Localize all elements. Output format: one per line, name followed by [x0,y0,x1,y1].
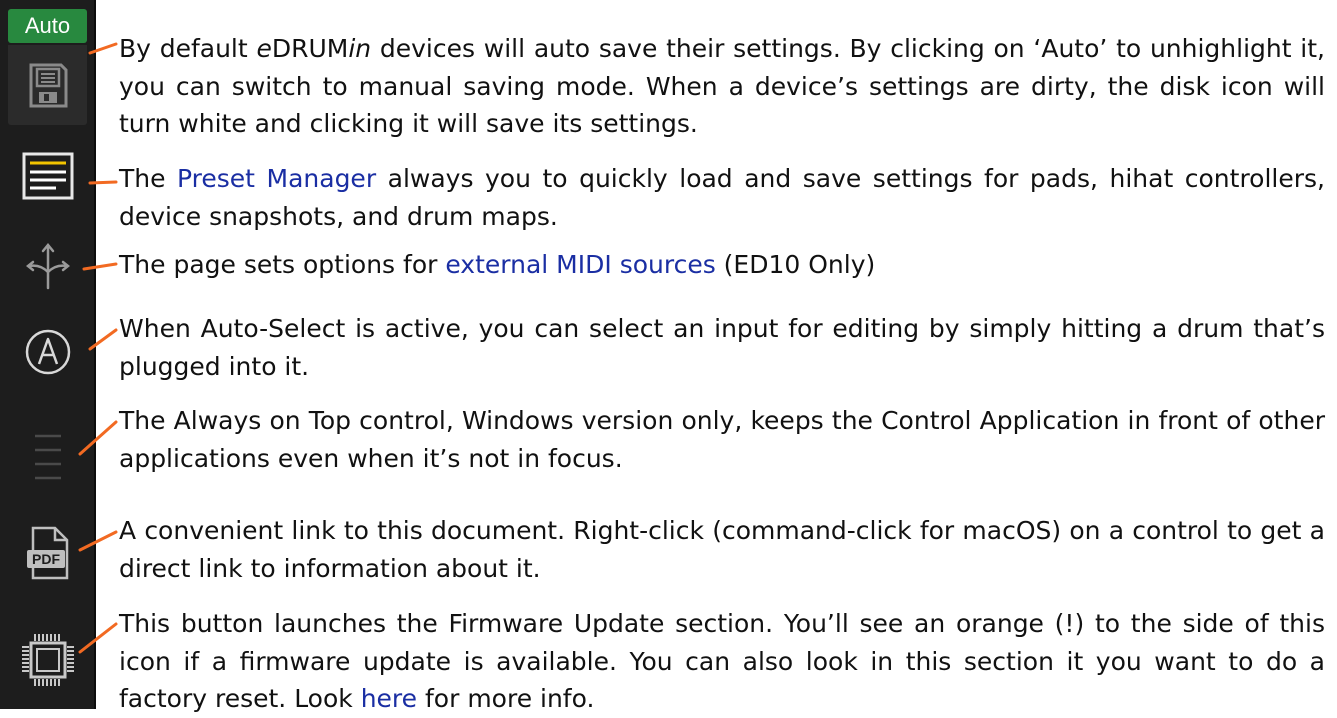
auto-select-icon [25,329,71,375]
desc-always-on-top: The Always on Top control, Windows versi… [119,406,1325,473]
midi-sources-button[interactable] [0,238,96,294]
midi-sources-icon [25,243,71,290]
chip-icon [22,634,74,686]
external-midi-sources-link[interactable]: external MIDI sources [445,250,715,279]
desc-auto-select: When Auto-Select is active, you can sele… [119,314,1325,381]
floppy-disk-icon [29,63,68,108]
preset-manager-button[interactable] [0,148,96,206]
auto-select-button[interactable] [0,325,96,379]
desc-pdf-link: A convenient link to this document. Righ… [119,516,1325,583]
always-on-top-icon [35,434,61,480]
desc-firmware-update: This button launches the Firmware Update… [119,609,1325,713]
preset-manager-link[interactable]: Preset Manager [177,164,376,193]
pdf-icon: PDF [27,526,69,580]
always-on-top-button[interactable] [0,430,96,484]
svg-text:PDF: PDF [32,551,60,567]
save-button[interactable] [8,45,87,125]
sidebar-toolbar: Auto PDF [0,0,96,709]
pdf-document-button[interactable]: PDF [0,523,96,583]
desc-midi-sources: The page sets options for external MIDI … [119,250,876,279]
firmware-update-button[interactable] [0,630,96,690]
desc-preset-manager: The Preset Manager always you to quickly… [119,164,1326,231]
auto-save-toggle[interactable]: Auto [8,9,87,43]
desc-auto-save: By default eDRUMin devices will auto sav… [119,34,1325,138]
preset-manager-icon [22,152,74,200]
